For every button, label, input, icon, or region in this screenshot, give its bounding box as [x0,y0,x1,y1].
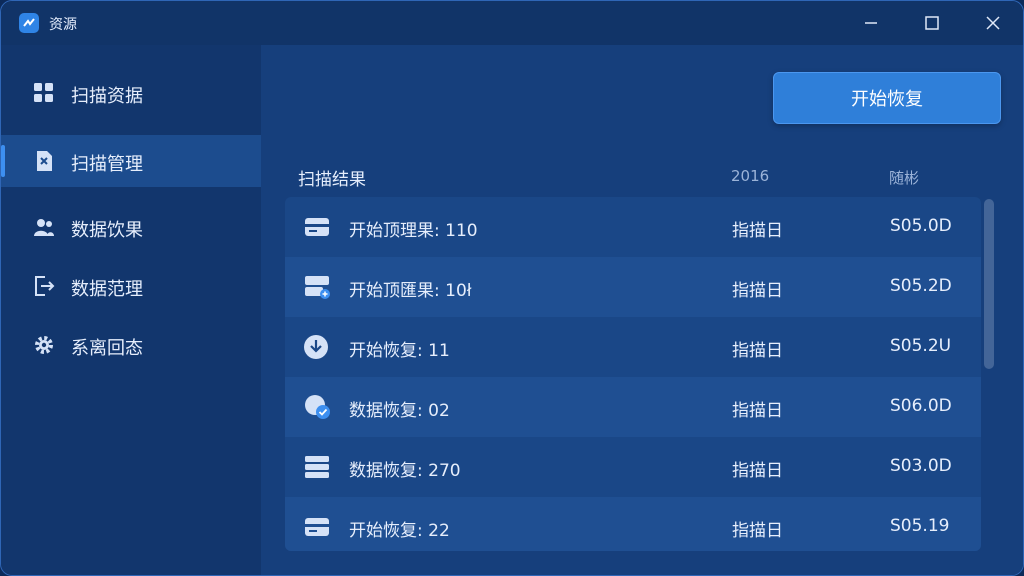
maximize-button[interactable] [904,1,960,45]
column-header-size: 随彬 [889,169,920,187]
sidebar-item-scan-manage[interactable]: 扫描管理 [1,135,261,187]
row-status: 指描日 [732,221,783,241]
sidebar-item-label: 数据范理 [71,279,143,300]
results-scrollbar[interactable] [984,199,994,369]
row-status: 指描日 [732,341,783,361]
minimize-icon [865,22,877,24]
close-icon [986,16,1000,30]
card-icon [305,518,329,536]
sidebar-item-data-manage[interactable]: 数据范理 [1,260,261,312]
sidebar-item-label: 扫描资据 [71,86,143,107]
sidebar-item-system[interactable]: 系离回态 [1,319,261,371]
row-size: S06.0D [890,396,952,416]
sidebar-item-scan-data[interactable]: 扫描资据 [1,67,261,119]
gear-icon [35,336,53,354]
minimize-button[interactable] [843,1,899,45]
disk-check-icon [305,395,330,419]
row-status: 指描日 [732,461,783,481]
close-button[interactable] [965,1,1021,45]
row-status: 指描日 [732,401,783,421]
row-size: S05.2U [890,336,952,356]
file-manage-icon [37,151,52,171]
app-window: 资源 扫描资据 扫描管理 数据饮果 数据范理 系离回态 开始恢复 扫描结果 20… [0,0,1024,576]
column-header-date: 2016 [731,167,770,185]
table-row[interactable]: 开始顶理果: 110 指描日 S05.0D [285,197,981,257]
server-icon [305,456,329,478]
row-name: 开始恢复: 11 [349,341,450,361]
row-name: 数据恢复: 02 [349,401,450,421]
sidebar-item-label: 数据饮果 [71,220,143,241]
table-row[interactable]: 数据恢复: 02 指描日 S06.0D [285,377,981,437]
users-icon [34,219,54,236]
sidebar-item-label: 系离回态 [71,338,143,359]
export-icon [35,276,55,296]
row-status: 指描日 [732,521,783,541]
row-size: S05.2D [890,276,952,296]
row-size: S05.19 [890,516,950,536]
row-size: S05.0D [890,216,952,236]
title-bar: 资源 [1,1,1023,45]
active-indicator [1,145,5,177]
maximize-icon [925,16,939,30]
grid-icon [34,83,53,102]
download-circle-icon [304,335,328,359]
sidebar-item-data-results[interactable]: 数据饮果 [1,201,261,253]
row-status: 指描日 [732,281,783,301]
sidebar: 扫描资据 扫描管理 数据饮果 数据范理 系离回态 [1,45,261,575]
row-name: 数据恢复: 270 [349,461,461,481]
drive-add-icon [305,276,330,299]
sidebar-item-label: 扫描管理 [71,154,143,175]
table-row[interactable]: 数据恢复: 270 指描日 S03.0D [285,437,981,497]
table-row[interactable]: 开始恢复: 11 指描日 S05.2U [285,317,981,377]
results-list: 开始顶理果: 110 指描日 S05.0D 开始顶匯果: 10ł 指描日 S05… [285,197,981,551]
row-size: S03.0D [890,456,952,476]
main-panel: 开始恢复 扫描结果 2016 随彬 开始顶理果: 110 指描日 S05.0D … [261,45,1023,575]
app-logo-icon [19,13,39,33]
card-icon [305,218,329,236]
row-name: 开始恢复: 22 [349,521,450,541]
start-recovery-button[interactable]: 开始恢复 [773,72,1001,124]
window-title: 资源 [49,17,77,33]
column-header-results: 扫描结果 [298,170,366,190]
row-name: 开始顶理果: 110 [349,221,478,241]
row-name: 开始顶匯果: 10ł [349,281,472,301]
table-row[interactable]: 开始顶匯果: 10ł 指描日 S05.2D [285,257,981,317]
table-row[interactable]: 开始恢复: 22 指描日 S05.19 [285,497,981,551]
